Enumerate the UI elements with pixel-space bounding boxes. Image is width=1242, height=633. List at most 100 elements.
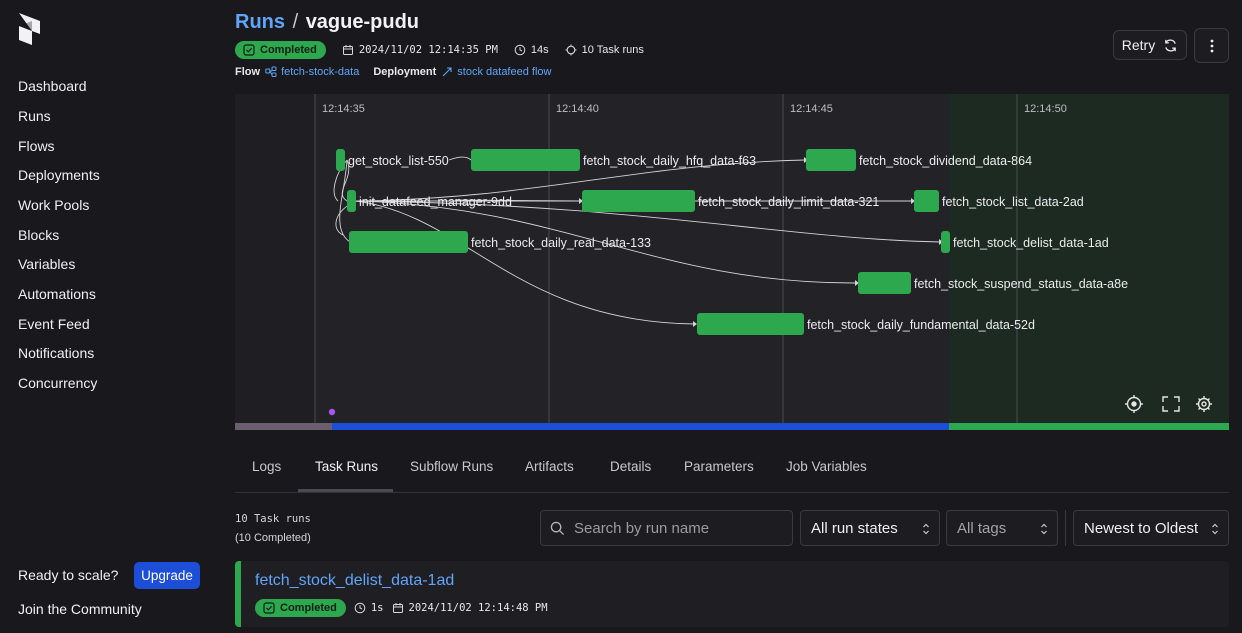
- sidebar-item-concurrency[interactable]: Concurrency: [18, 375, 97, 391]
- sidebar-item-notifications[interactable]: Notifications: [18, 345, 94, 361]
- graph-node[interactable]: [347, 190, 356, 212]
- join-community-link[interactable]: Join the Community: [18, 601, 142, 617]
- sidebar-item-dashboard[interactable]: Dashboard: [18, 78, 87, 94]
- rocket-icon: [442, 67, 452, 77]
- flow-run-graph[interactable]: 12:14:35 12:14:40 12:14:45 12:14:50 get_…: [235, 94, 1229, 430]
- graph-node-label: fetch_stock_dividend_data-864: [859, 154, 1032, 168]
- duration-value: 14s: [530, 44, 549, 56]
- task-run-card: fetch_stock_delist_data-1ad Completed 1s…: [235, 561, 1229, 627]
- sidebar-item-deployments[interactable]: Deployments: [18, 167, 100, 183]
- status-badge: Completed: [235, 41, 326, 59]
- check-square-icon: [263, 602, 275, 614]
- retry-button-label: Retry: [1121, 37, 1156, 53]
- completed-region: [949, 94, 1229, 430]
- more-options-button[interactable]: [1194, 28, 1229, 63]
- task-run-meta: Completed 1s 2024/11/02 12:14:48 PM: [255, 599, 548, 617]
- run-state-filter[interactable]: All run states: [800, 510, 940, 546]
- duration: 14s: [514, 44, 549, 56]
- calendar-icon: [392, 603, 403, 613]
- status-badge-label: Completed: [280, 602, 337, 614]
- task-runs-completed-label: (10 Completed): [235, 532, 311, 544]
- sidebar-item-automations[interactable]: Automations: [18, 286, 96, 302]
- sidebar-item-blocks[interactable]: Blocks: [18, 227, 59, 243]
- sidebar-item-flows[interactable]: Flows: [18, 138, 55, 154]
- search-input[interactable]: [574, 519, 784, 537]
- tab-details[interactable]: Details: [610, 459, 651, 474]
- graph-node[interactable]: [941, 231, 950, 253]
- retry-button[interactable]: Retry: [1113, 30, 1187, 60]
- task-runs-count-label: 10 Task runs: [235, 513, 311, 525]
- breadcrumb: Runs / vague-pudu: [235, 11, 419, 34]
- deployment-name: stock datafeed flow: [457, 66, 552, 78]
- page-title: vague-pudu: [305, 11, 420, 33]
- prefect-logo[interactable]: [18, 12, 42, 46]
- graph-node[interactable]: [471, 149, 580, 171]
- start-time: 2024/11/02 12:14:35 PM: [342, 44, 498, 56]
- more-vertical-icon: [1210, 39, 1213, 52]
- flow-link[interactable]: fetch-stock-data: [265, 66, 359, 78]
- task-run-duration: 1s: [354, 602, 384, 614]
- breadcrumb-runs-link[interactable]: Runs: [235, 11, 285, 33]
- tab-logs[interactable]: Logs: [252, 459, 281, 474]
- flow-deployment-row: Flow fetch-stock-data Deployment stock d…: [235, 66, 551, 78]
- tags-filter[interactable]: All tags: [946, 510, 1058, 546]
- tab-parameters[interactable]: Parameters: [684, 459, 754, 474]
- filter-divider: [1065, 510, 1066, 546]
- search-box: [540, 510, 793, 546]
- timeline-pending-segment: [235, 423, 332, 430]
- run-state-filter-value: All run states: [811, 519, 898, 537]
- clock-icon: [354, 602, 366, 614]
- check-square-icon: [243, 44, 255, 56]
- event-marker[interactable]: [328, 408, 336, 416]
- ready-to-scale-text: Ready to scale?: [18, 567, 119, 583]
- start-time-value: 2024/11/02 12:14:35 PM: [358, 44, 498, 56]
- status-badge-label: Completed: [260, 44, 317, 56]
- graph-edge: [448, 156, 472, 161]
- tab-task-runs[interactable]: Task Runs: [315, 459, 378, 474]
- graph-node-label: fetch_stock_delist_data-1ad: [953, 236, 1109, 250]
- graph-node[interactable]: [914, 190, 939, 212]
- clock-icon: [514, 44, 526, 56]
- sort-select-value: Newest to Oldest: [1084, 519, 1199, 537]
- sidebar-item-runs[interactable]: Runs: [18, 108, 51, 124]
- graph-node-label: fetch_stock_list_data-2ad: [942, 195, 1084, 209]
- graph-node-label: fetch_stock_daily_limit_data-321: [698, 195, 879, 209]
- graph-node-label: fetch_stock_daily_fundamental_data-52d: [807, 318, 1035, 332]
- tab-subflow-runs[interactable]: Subflow Runs: [410, 459, 493, 474]
- run-meta-row: Completed 2024/11/02 12:14:35 PM 14s 10 …: [235, 41, 644, 59]
- graph-node-label: fetch_stock_daily_hfq_data-f63: [583, 154, 756, 168]
- search-icon: [550, 521, 565, 535]
- refresh-icon: [1165, 38, 1177, 52]
- graph-node[interactable]: [349, 231, 468, 253]
- graph-node[interactable]: [582, 190, 695, 212]
- graph-canvas[interactable]: 12:14:35 12:14:40 12:14:45 12:14:50 get_…: [235, 94, 1229, 430]
- sidebar-item-variables[interactable]: Variables: [18, 256, 75, 272]
- deployment-link[interactable]: stock datafeed flow: [441, 66, 551, 78]
- graph-node[interactable]: [806, 149, 856, 171]
- flow-name: fetch-stock-data: [281, 66, 360, 78]
- sidebar: Dashboard Runs Flows Deployments Work Po…: [0, 0, 218, 633]
- run-tabs: Logs Task Runs Subflow Runs Artifacts De…: [235, 448, 1229, 493]
- flow-icon: [265, 66, 277, 77]
- sidebar-item-event-feed[interactable]: Event Feed: [18, 316, 90, 332]
- timeline-running-segment: [332, 423, 949, 430]
- upgrade-button[interactable]: Upgrade: [134, 562, 200, 589]
- graph-node-label: fetch_stock_daily_real_data-133: [471, 236, 651, 250]
- tab-artifacts[interactable]: Artifacts: [525, 459, 574, 474]
- task-run-name-link[interactable]: fetch_stock_delist_data-1ad: [255, 572, 454, 590]
- sort-select[interactable]: Newest to Oldest: [1073, 510, 1229, 546]
- graph-node[interactable]: [858, 272, 911, 294]
- chevron-up-down-icon: [1041, 523, 1047, 535]
- tags-filter-value: All tags: [957, 519, 1007, 537]
- time-tick-label: 12:14:35: [322, 103, 365, 115]
- sidebar-item-work-pools[interactable]: Work Pools: [18, 197, 89, 213]
- chevron-up-down-icon: [923, 523, 929, 535]
- task-run-icon: [565, 44, 577, 56]
- graph-node-label: get_stock_list-550: [348, 154, 449, 168]
- calendar-icon: [342, 45, 353, 55]
- time-tick-label: 12:14:50: [1024, 103, 1067, 115]
- graph-node[interactable]: [697, 313, 804, 335]
- tab-job-variables[interactable]: Job Variables: [786, 459, 867, 474]
- pre-start-band: [235, 94, 315, 430]
- graph-node[interactable]: [336, 149, 345, 171]
